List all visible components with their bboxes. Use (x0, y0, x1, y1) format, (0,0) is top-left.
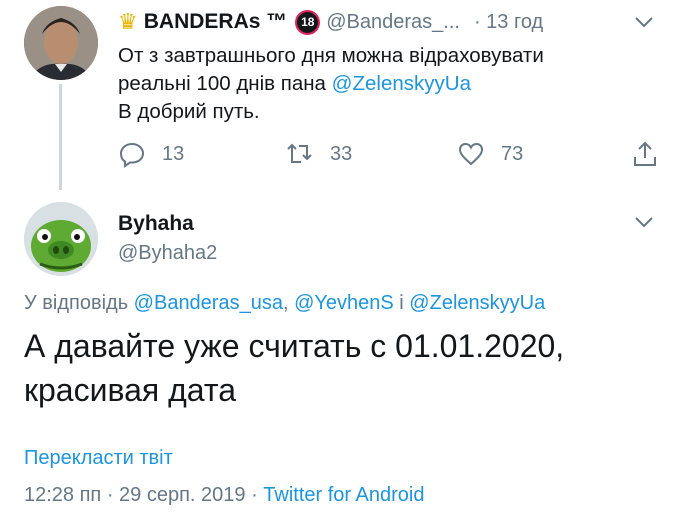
thread-line (59, 84, 62, 190)
mention-link[interactable]: @YevhenS (294, 292, 394, 314)
parent-tweet[interactable]: ♛ BANDERAs ™ 18 @Banderas_... · 13 год О… (0, 0, 680, 192)
source-link[interactable]: Twitter for Android (263, 484, 424, 506)
share-icon (634, 141, 656, 166)
like-button[interactable]: 73 (457, 140, 523, 168)
display-name[interactable]: Byhaha (118, 212, 194, 236)
reply-tweet[interactable]: Byhaha @Byhaha2 У відповідь @Banderas_us… (0, 192, 680, 520)
crown-emoji-icon: ♛ (118, 9, 138, 34)
retweet-count: 33 (330, 142, 353, 165)
chevron-down-icon[interactable] (634, 216, 654, 228)
reply-context-text: , (282, 292, 295, 314)
share-button[interactable] (631, 140, 675, 168)
mention-link[interactable]: @Banderas_usa (134, 292, 283, 314)
mention-link[interactable]: @ZelenskyyUa (409, 292, 545, 314)
tweet-meta: 12:28 пп · 29 серп. 2019 · Twitter for A… (24, 484, 424, 507)
tweet-time[interactable]: · 13 год (474, 11, 543, 34)
retweet-icon (287, 143, 312, 163)
tweet-text: От з завтрашнього дня можна відраховуват… (118, 42, 638, 126)
reply-context-text: У відповідь (24, 292, 134, 314)
timestamp[interactable]: 12:28 пп · 29 серп. 2019 · (24, 484, 263, 506)
tweet-text-line: От з завтрашнього дня можна відраховуват… (118, 44, 544, 67)
like-icon (458, 142, 484, 166)
chevron-down-icon[interactable] (634, 16, 654, 28)
reply-icon (119, 142, 145, 168)
reply-context: У відповідь @Banderas_usa, @YevhenS і @Z… (24, 292, 545, 315)
tweet-text: А давайте уже считать с 01.01.2020, крас… (24, 324, 664, 412)
tweet-text-line: реальні 100 днів пана @ZelenskyyUa (118, 70, 638, 98)
user-handle[interactable]: @Banderas_... (326, 11, 460, 34)
tweet-header: ♛ BANDERAs ™ 18 @Banderas_... · 13 год (118, 8, 680, 36)
avatar[interactable] (24, 202, 98, 276)
reply-context-text: і (393, 292, 410, 314)
avatar[interactable] (24, 6, 98, 80)
tweet-text-segment: реальні 100 днів пана (118, 72, 332, 95)
like-count: 73 (501, 142, 524, 165)
display-name[interactable]: BANDERAs ™ (144, 10, 288, 34)
mention-link[interactable]: @ZelenskyyUa (332, 72, 471, 95)
user-handle[interactable]: @Byhaha2 (118, 242, 217, 265)
tweet-text-line: В добрий путь. (118, 100, 260, 123)
adult-18-badge-icon: 18 (295, 9, 321, 35)
tweet-text-line: красивая дата (24, 372, 236, 408)
translate-tweet-link[interactable]: Перекласти твіт (24, 447, 173, 470)
reply-button[interactable]: 13 (118, 140, 184, 168)
tweet-actions: 13 33 73 (118, 140, 663, 172)
tweet-text-line: А давайте уже считать с 01.01.2020, (24, 328, 565, 364)
reply-count: 13 (162, 142, 185, 165)
retweet-button[interactable]: 33 (286, 140, 352, 168)
